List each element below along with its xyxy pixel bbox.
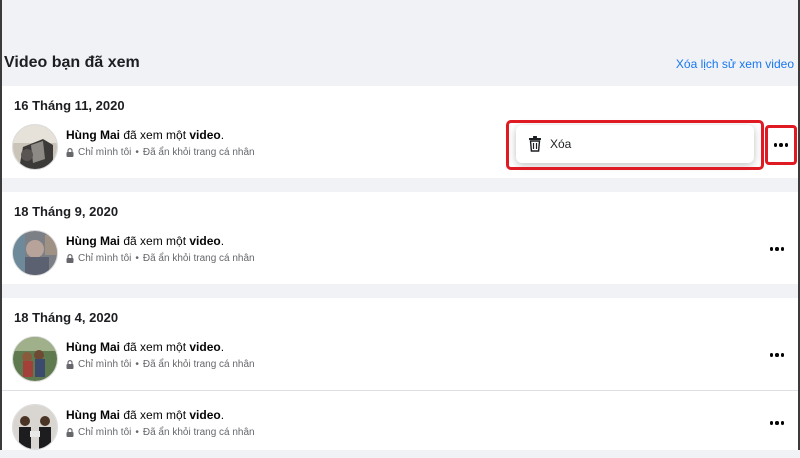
entry-action: đã xem một xyxy=(120,128,190,142)
entry-action: đã xem một xyxy=(120,234,190,248)
lock-icon xyxy=(66,360,74,369)
meta-separator: • xyxy=(135,427,139,438)
list-item[interactable]: Hùng Mai đã xem một video. Chỉ mình tôi … xyxy=(2,228,798,284)
entry-meta: Chỉ mình tôi • Đã ẩn khỏi trang cá nhân xyxy=(66,359,255,370)
privacy-label: Chỉ mình tôi xyxy=(78,253,132,264)
avatar[interactable] xyxy=(12,404,58,450)
page-title: Video bạn đã xem xyxy=(4,54,140,71)
meta-separator: • xyxy=(135,253,139,264)
meta-separator: • xyxy=(135,147,139,158)
entry-text: Hùng Mai đã xem một video. xyxy=(66,340,224,354)
entry-object[interactable]: video xyxy=(189,340,220,354)
user-name[interactable]: Hùng Mai xyxy=(66,234,120,248)
avatar[interactable] xyxy=(12,124,58,170)
lock-icon xyxy=(66,428,74,437)
entry-end: . xyxy=(220,340,225,354)
visibility-label: Đã ẩn khỏi trang cá nhân xyxy=(142,359,255,370)
more-options-button[interactable] xyxy=(766,412,788,434)
avatar[interactable] xyxy=(12,336,58,382)
entry-end: . xyxy=(220,408,225,422)
visibility-label: Đã ẩn khỏi trang cá nhân xyxy=(142,147,255,158)
user-name[interactable]: Hùng Mai xyxy=(66,340,120,354)
section-date: 18 Tháng 4, 2020 xyxy=(14,310,119,325)
entry-action: đã xem một xyxy=(120,340,190,354)
user-name[interactable]: Hùng Mai xyxy=(66,128,120,142)
menu-highlight-box xyxy=(506,120,764,170)
entry-object[interactable]: video xyxy=(189,128,220,142)
entry-meta: Chỉ mình tôi • Đã ẩn khỏi trang cá nhân xyxy=(66,147,255,158)
entry-object[interactable]: video xyxy=(189,408,220,422)
entry-meta: Chỉ mình tôi • Đã ẩn khỏi trang cá nhân xyxy=(66,427,255,438)
entry-object[interactable]: video xyxy=(189,234,220,248)
section-date: 16 Tháng 11, 2020 xyxy=(14,98,125,113)
privacy-label: Chỉ mình tôi xyxy=(78,147,132,158)
section-date: 18 Tháng 9, 2020 xyxy=(14,204,119,219)
avatar[interactable] xyxy=(12,230,58,276)
meta-separator: • xyxy=(135,359,139,370)
entry-meta: Chỉ mình tôi • Đã ẩn khỏi trang cá nhân xyxy=(66,253,255,264)
history-section: 18 Tháng 4, 2020 Hùng Mai đã xem một vid… xyxy=(2,298,798,450)
entry-text: Hùng Mai đã xem một video. xyxy=(66,128,224,142)
entry-action: đã xem một xyxy=(120,408,190,422)
entry-text: Hùng Mai đã xem một video. xyxy=(66,234,224,248)
entry-text: Hùng Mai đã xem một video. xyxy=(66,408,224,422)
user-name[interactable]: Hùng Mai xyxy=(66,408,120,422)
divider xyxy=(2,390,798,391)
lock-icon xyxy=(66,254,74,263)
more-dots-icon xyxy=(769,421,785,425)
more-dots-icon xyxy=(769,353,785,357)
more-dots-icon xyxy=(769,247,785,251)
history-section: 18 Tháng 9, 2020 Hùng Mai đã xem một vid… xyxy=(2,192,798,284)
page-header: Video bạn đã xem Xóa lịch sử xem video xyxy=(0,48,800,78)
clear-history-link[interactable]: Xóa lịch sử xem video xyxy=(676,57,794,71)
lock-icon xyxy=(66,148,74,157)
privacy-label: Chỉ mình tôi xyxy=(78,427,132,438)
more-options-button[interactable] xyxy=(766,344,788,366)
visibility-label: Đã ẩn khỏi trang cá nhân xyxy=(142,253,255,264)
visibility-label: Đã ẩn khỏi trang cá nhân xyxy=(142,427,255,438)
privacy-label: Chỉ mình tôi xyxy=(78,359,132,370)
entry-end: . xyxy=(220,128,225,142)
list-item[interactable]: Hùng Mai đã xem một video. Chỉ mình tôi … xyxy=(2,334,798,390)
entry-end: . xyxy=(220,234,225,248)
more-options-button[interactable] xyxy=(766,238,788,260)
more-button-highlight-box xyxy=(765,125,797,165)
